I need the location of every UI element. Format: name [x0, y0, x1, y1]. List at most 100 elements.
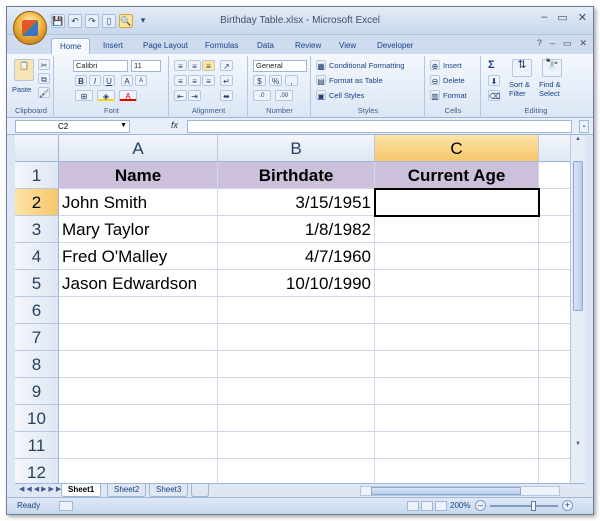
cell-c2[interactable]	[375, 189, 539, 216]
column-header-d[interactable]	[539, 135, 570, 162]
currency-button[interactable]: $	[253, 75, 266, 86]
tab-home[interactable]: Home	[51, 38, 91, 55]
bold-button[interactable]: B	[75, 75, 87, 86]
borders-icon[interactable]: ⊞	[75, 90, 93, 101]
autosum-button[interactable]: Σ	[488, 59, 495, 71]
macro-record-icon[interactable]	[59, 501, 73, 511]
vertical-scroll-thumb[interactable]	[573, 161, 583, 311]
orientation-icon[interactable]: ↗	[220, 60, 233, 71]
align-left-icon[interactable]: ≡	[174, 75, 187, 86]
zoom-out-icon[interactable]: –	[475, 500, 486, 511]
page-layout-view-icon[interactable]	[421, 501, 433, 511]
empty-cell[interactable]	[218, 432, 375, 459]
close-button[interactable]: ✕	[578, 11, 587, 24]
column-header-c[interactable]: C	[375, 135, 539, 162]
cell-a4[interactable]: Fred O'Malley	[59, 243, 218, 270]
align-bottom-icon[interactable]: ≡	[202, 60, 215, 71]
empty-cell[interactable]	[59, 378, 218, 405]
row-header[interactable]: 5	[15, 270, 59, 297]
increase-decimal-icon[interactable]: .0	[253, 90, 271, 101]
cell-b4[interactable]: 4/7/1960	[218, 243, 375, 270]
empty-cell[interactable]	[375, 297, 539, 324]
horizontal-scroll-thumb[interactable]	[371, 487, 521, 495]
zoom-in-icon[interactable]: +	[562, 500, 573, 511]
italic-button[interactable]: I	[89, 75, 101, 86]
wrap-text-icon[interactable]: ↵	[220, 75, 233, 86]
format-painter-icon[interactable]: 🖌	[38, 87, 50, 98]
empty-cell[interactable]	[539, 378, 570, 405]
fill-color-icon[interactable]: ◈	[97, 90, 115, 101]
workbook-close-icon[interactable]: ✕	[579, 38, 587, 49]
align-center-icon[interactable]: ≡	[188, 75, 201, 86]
conditional-formatting-button[interactable]: Conditional Formatting	[329, 61, 404, 70]
name-box[interactable]: C2 ▼	[15, 120, 130, 133]
tab-review[interactable]: Review	[287, 38, 329, 55]
sheet-tab-3[interactable]: Sheet3	[149, 484, 189, 497]
insert-sheet-icon[interactable]	[191, 484, 209, 497]
tab-developer[interactable]: Developer	[369, 38, 421, 55]
find-label[interactable]: Find &	[539, 80, 561, 89]
empty-cell[interactable]	[539, 270, 570, 297]
empty-cell[interactable]	[375, 324, 539, 351]
cell-c5[interactable]	[375, 270, 539, 297]
row-header[interactable]: 7	[15, 324, 59, 351]
format-button[interactable]: Format	[443, 91, 467, 100]
fx-icon[interactable]: fx	[171, 120, 178, 130]
zoom-level[interactable]: 200%	[450, 501, 470, 510]
sort-label[interactable]: Sort &	[509, 80, 530, 89]
column-header-b[interactable]: B	[218, 135, 375, 162]
font-name-combo[interactable]: Calibri	[73, 60, 128, 72]
shrink-font-button[interactable]: A	[135, 75, 147, 86]
font-color-button[interactable]: A	[119, 90, 137, 101]
tab-data[interactable]: Data	[249, 38, 282, 55]
empty-cell[interactable]	[539, 324, 570, 351]
zoom-slider-knob[interactable]	[531, 501, 536, 511]
empty-cell[interactable]	[539, 216, 570, 243]
empty-cell[interactable]	[539, 405, 570, 432]
row-header[interactable]: 12	[15, 459, 59, 483]
cell-a2[interactable]: John Smith	[59, 189, 218, 216]
empty-cell[interactable]	[59, 297, 218, 324]
minimize-button[interactable]: –	[541, 11, 547, 24]
row-header[interactable]: 11	[15, 432, 59, 459]
select-label[interactable]: Select	[539, 89, 560, 98]
copy-icon[interactable]: ⧉	[38, 73, 50, 84]
empty-cell[interactable]	[375, 405, 539, 432]
fill-icon[interactable]: ⬇	[488, 75, 500, 86]
empty-cell[interactable]	[375, 459, 539, 483]
empty-cell[interactable]	[539, 297, 570, 324]
empty-cell[interactable]	[59, 351, 218, 378]
cell-b1[interactable]: Birthdate	[218, 162, 375, 189]
paste-button[interactable]: Paste	[12, 85, 31, 94]
number-format-combo[interactable]: General	[253, 60, 307, 72]
row-header[interactable]: 4	[15, 243, 59, 270]
empty-cell[interactable]	[539, 243, 570, 270]
empty-cell[interactable]	[539, 459, 570, 483]
sheet-nav-icons[interactable]: ◀◀◀▶▶▶	[19, 485, 63, 493]
format-as-table-button[interactable]: Format as Table	[329, 76, 383, 85]
empty-cell[interactable]	[218, 459, 375, 483]
expand-formula-bar-icon[interactable]: ⌄	[579, 120, 589, 133]
cell-a3[interactable]: Mary Taylor	[59, 216, 218, 243]
empty-cell[interactable]	[375, 378, 539, 405]
horizontal-scrollbar[interactable]	[360, 486, 560, 496]
name-box-dropdown-icon[interactable]: ▼	[120, 122, 127, 129]
insert-button[interactable]: Insert	[443, 61, 462, 70]
empty-cell[interactable]	[539, 351, 570, 378]
restore-button[interactable]: ▭	[557, 11, 567, 24]
font-size-combo[interactable]: 11	[131, 60, 161, 72]
underline-button[interactable]: U	[103, 75, 115, 86]
sheet-tab-1[interactable]: Sheet1	[61, 484, 102, 497]
row-header[interactable]: 1	[15, 162, 59, 189]
empty-cell[interactable]	[375, 351, 539, 378]
empty-cell[interactable]	[59, 405, 218, 432]
empty-cell[interactable]	[218, 324, 375, 351]
tab-page-layout[interactable]: Page Layout	[135, 38, 196, 55]
delete-button[interactable]: Delete	[443, 76, 465, 85]
empty-cell[interactable]	[59, 432, 218, 459]
decrease-indent-icon[interactable]: ⇤	[174, 90, 187, 101]
decrease-decimal-icon[interactable]: .00	[275, 90, 293, 101]
scroll-up-icon[interactable]: ▲	[573, 136, 583, 146]
empty-cell[interactable]	[375, 432, 539, 459]
page-break-view-icon[interactable]	[435, 501, 447, 511]
